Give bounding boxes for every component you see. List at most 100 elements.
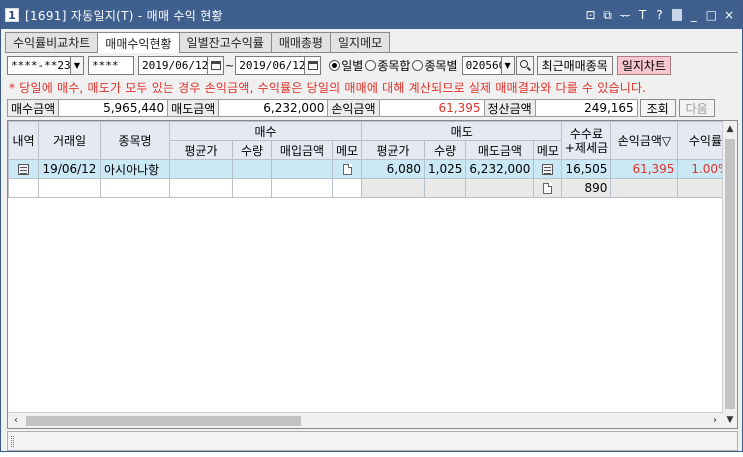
stock-code-dropdown-button[interactable]: ▼ bbox=[501, 55, 515, 75]
profit-loss-value: 61,395 bbox=[378, 99, 485, 117]
col-fee-tax: 수수료 +제세금 bbox=[561, 121, 612, 160]
buy-avg-cell bbox=[169, 178, 233, 198]
detail-list-icon[interactable] bbox=[18, 164, 29, 175]
trade-date-cell: 19/06/12 bbox=[38, 159, 101, 179]
window-title: [1691] 자동일지(T) - 매매 수익 현황 bbox=[25, 8, 223, 23]
journal-chart-button[interactable]: 일지차트 bbox=[616, 55, 671, 75]
col-profit-loss[interactable]: 손익금액▽ bbox=[610, 121, 679, 160]
sell-amount-value: 6,232,000 bbox=[218, 99, 329, 117]
col-sell-avg: 평균가 bbox=[361, 140, 425, 160]
account-input[interactable]: ****-**23 bbox=[7, 55, 71, 75]
radio-daily[interactable]: 일별 bbox=[329, 57, 363, 74]
table-row[interactable]: 890 bbox=[8, 178, 734, 198]
trade-table: 내역 거래일 종목명 매수 매도 수수료 +제세금 손익금액▽ 수익률 평균가 … bbox=[8, 121, 734, 198]
col-profit-loss-label: 손익금액 bbox=[617, 134, 662, 148]
detail-cell[interactable] bbox=[8, 159, 39, 179]
next-button[interactable]: 다음 bbox=[678, 99, 715, 117]
col-group-buy: 매수 bbox=[169, 121, 362, 141]
table-row[interactable]: 19/06/12 아시아나항 6,080 1,025 6,232,000 16,… bbox=[8, 159, 734, 179]
buy-amount-cell bbox=[271, 159, 333, 179]
buy-qty-cell bbox=[232, 178, 272, 198]
calculation-notice: * 당일에 매수, 매도가 모두 있는 경우 손익금액, 수익률은 당일의 매매… bbox=[9, 81, 647, 95]
screen-icon[interactable]: ⊡ bbox=[585, 8, 595, 22]
radio-off-icon bbox=[365, 59, 377, 71]
col-buy-avg: 평균가 bbox=[169, 140, 233, 160]
stock-name-cell bbox=[100, 178, 170, 198]
radio-by-stock-label: 종목별 bbox=[424, 58, 458, 73]
stock-code-input[interactable]: 020560 bbox=[461, 55, 502, 75]
title-bar[interactable]: 1 [1691] 자동일지(T) - 매매 수익 현황 ⊡ ⧉ ᅲ T ? _ … bbox=[1, 1, 742, 29]
help-icon[interactable]: ? bbox=[655, 8, 665, 22]
profit-loss-cell bbox=[610, 178, 679, 198]
summary-bar: 매수금액 5,965,440 매도금액 6,232,000 손익금액 61,39… bbox=[7, 99, 715, 117]
filter-bar: ****-**23 ▼ **** 2019/06/12 ~ 2019/06/12… bbox=[7, 55, 671, 75]
close-icon[interactable]: × bbox=[724, 8, 734, 22]
detail-cell bbox=[8, 178, 39, 198]
tab-return-compare-chart[interactable]: 수익률비교차트 bbox=[5, 32, 99, 52]
radio-stock-sum-label: 종목합 bbox=[377, 58, 411, 73]
scroll-down-icon[interactable]: ▼ bbox=[723, 412, 737, 428]
date-to-calendar-button[interactable] bbox=[305, 55, 322, 75]
app-window: 1 [1691] 자동일지(T) - 매매 수익 현황 ⊡ ⧉ ᅲ T ? _ … bbox=[0, 0, 743, 452]
radio-stock-sum[interactable]: 종목합 bbox=[365, 57, 410, 74]
buy-memo-cell[interactable] bbox=[332, 159, 362, 179]
title-controls: ⊡ ⧉ ᅲ T ? _ □ × bbox=[585, 7, 742, 24]
screen-number-badge: 1 bbox=[5, 8, 19, 22]
tab-bar: 수익률비교차트 매매수익현황 일별잔고수익률 매매총평 일지메모 bbox=[5, 32, 391, 53]
col-stock-name: 종목명 bbox=[100, 121, 170, 160]
date-from-calendar-button[interactable] bbox=[208, 55, 224, 75]
pin-icon[interactable]: ᅲ bbox=[620, 7, 631, 24]
query-button[interactable]: 조회 bbox=[639, 99, 676, 117]
date-range-separator: ~ bbox=[225, 58, 235, 72]
sell-avg-cell: 6,080 bbox=[361, 159, 425, 179]
col-detail: 내역 bbox=[8, 121, 39, 160]
memo-edit-icon[interactable] bbox=[542, 164, 554, 175]
col-buy-qty: 수량 bbox=[232, 140, 272, 160]
vertical-scrollbar[interactable]: ▲ ▼ bbox=[722, 121, 737, 428]
buy-amount-cell bbox=[271, 178, 333, 198]
minimize-icon[interactable]: _ bbox=[689, 8, 699, 22]
col-trade-date: 거래일 bbox=[38, 121, 101, 160]
search-icon bbox=[519, 60, 528, 68]
tab-daily-balance-return[interactable]: 일별잔고수익률 bbox=[178, 32, 272, 52]
tab-trade-profit-status[interactable]: 매매수익현황 bbox=[97, 32, 180, 53]
fee-cell: 890 bbox=[561, 178, 612, 198]
buy-qty-cell bbox=[232, 159, 272, 179]
status-bar bbox=[7, 431, 738, 451]
horizontal-scrollbar[interactable]: ‹ › bbox=[8, 412, 723, 428]
scroll-right-icon[interactable]: › bbox=[707, 413, 723, 428]
tab-trade-review[interactable]: 매매총평 bbox=[270, 32, 331, 52]
copy-window-icon[interactable]: ⧉ bbox=[603, 8, 613, 23]
title-separator bbox=[671, 9, 682, 21]
radio-by-stock[interactable]: 종목별 bbox=[412, 57, 458, 74]
memo-icon[interactable] bbox=[342, 164, 352, 175]
aggregation-radio-group: 일별 종목합 종목별 bbox=[329, 57, 459, 74]
settlement-amount-label: 정산금액 bbox=[483, 99, 536, 117]
sell-amount-label: 매도금액 bbox=[167, 99, 220, 117]
date-to-input[interactable]: 2019/06/12 bbox=[235, 55, 306, 75]
sell-memo-cell[interactable] bbox=[533, 159, 563, 179]
scroll-up-icon[interactable]: ▲ bbox=[723, 121, 737, 137]
date-from-input[interactable]: 2019/06/12 bbox=[138, 55, 208, 75]
maximize-icon[interactable]: □ bbox=[706, 8, 717, 22]
profit-loss-cell: 61,395 bbox=[610, 159, 679, 179]
col-buy-amount: 매입금액 bbox=[271, 140, 333, 160]
vertical-scroll-thumb[interactable] bbox=[725, 139, 735, 409]
stock-search-button[interactable] bbox=[515, 55, 534, 75]
memo-icon[interactable] bbox=[543, 183, 553, 194]
tab-journal-memo[interactable]: 일지메모 bbox=[329, 32, 391, 52]
buy-avg-cell bbox=[169, 159, 233, 179]
recent-trades-button[interactable]: 최근매매종목 bbox=[536, 55, 613, 75]
col-group-sell: 매도 bbox=[360, 121, 563, 141]
account-dropdown-button[interactable]: ▼ bbox=[71, 55, 84, 75]
buy-amount-label: 매수금액 bbox=[7, 99, 60, 117]
sell-qty-cell bbox=[423, 178, 467, 198]
password-input[interactable]: **** bbox=[88, 55, 134, 75]
scroll-left-icon[interactable]: ‹ bbox=[8, 413, 24, 428]
sell-memo-cell[interactable] bbox=[533, 178, 563, 198]
profit-loss-label: 손익금액 bbox=[327, 99, 380, 117]
settlement-amount-value: 249,165 bbox=[534, 99, 638, 117]
horizontal-scroll-thumb[interactable] bbox=[26, 416, 301, 426]
col-sell-qty: 수량 bbox=[423, 140, 467, 160]
font-size-icon[interactable]: T bbox=[638, 8, 648, 22]
